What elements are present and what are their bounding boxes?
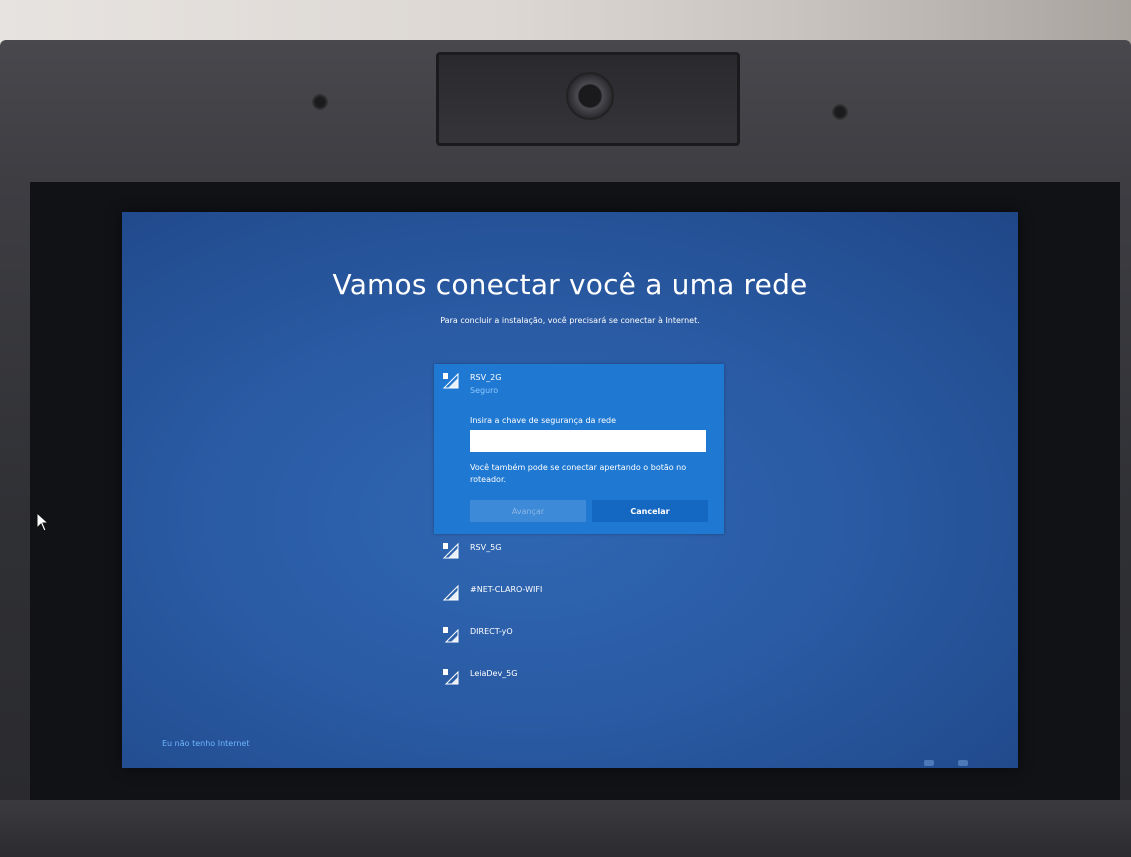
network-item[interactable]: #NET-CLARO-WIFI xyxy=(434,576,724,618)
network-ssid: RSV_5G xyxy=(470,543,502,552)
mouse-cursor-icon xyxy=(36,512,50,532)
webcam-lens xyxy=(566,72,614,120)
setup-screen: Vamos conectar você a uma rede Para conc… xyxy=(122,212,1018,768)
page-subtitle: Para concluir a instalação, você precisa… xyxy=(440,316,700,325)
volume-icon[interactable] xyxy=(958,760,968,766)
wifi-secured-icon xyxy=(442,626,460,644)
sensor-right xyxy=(832,104,848,120)
network-list: RSV_2G Seguro Insira a chave de seguranç… xyxy=(434,364,734,702)
sensor-left xyxy=(312,94,328,110)
cancel-button[interactable]: Cancelar xyxy=(592,500,708,522)
security-key-input[interactable] xyxy=(470,430,706,452)
laptop-bezel-bottom xyxy=(0,800,1131,857)
no-internet-link[interactable]: Eu não tenho Internet xyxy=(162,739,249,748)
accessibility-icon[interactable] xyxy=(924,760,934,766)
next-button[interactable]: Avançar xyxy=(470,500,586,522)
wifi-secured-icon xyxy=(442,372,460,390)
wifi-secured-icon xyxy=(442,542,460,560)
photo: Vamos conectar você a uma rede Para conc… xyxy=(0,0,1131,857)
network-item[interactable]: LeiaDev_5G xyxy=(434,660,724,702)
network-ssid: DIRECT-yO xyxy=(470,627,513,636)
wifi-open-icon xyxy=(442,584,460,602)
page-title: Vamos conectar você a uma rede xyxy=(332,268,808,301)
network-item-selected[interactable]: RSV_2G Seguro Insira a chave de seguranç… xyxy=(434,364,724,534)
network-ssid: #NET-CLARO-WIFI xyxy=(470,585,543,594)
network-item[interactable]: RSV_5G xyxy=(434,534,724,576)
network-status: Seguro xyxy=(470,386,499,395)
network-ssid: RSV_2G xyxy=(470,373,502,382)
security-key-label: Insira a chave de segurança da rede xyxy=(470,416,617,425)
wifi-secured-icon xyxy=(442,668,460,686)
network-item[interactable]: DIRECT-yO xyxy=(434,618,724,660)
network-ssid: LeiaDev_5G xyxy=(470,669,518,678)
router-button-hint: Você também pode se conectar apertando o… xyxy=(470,463,687,484)
